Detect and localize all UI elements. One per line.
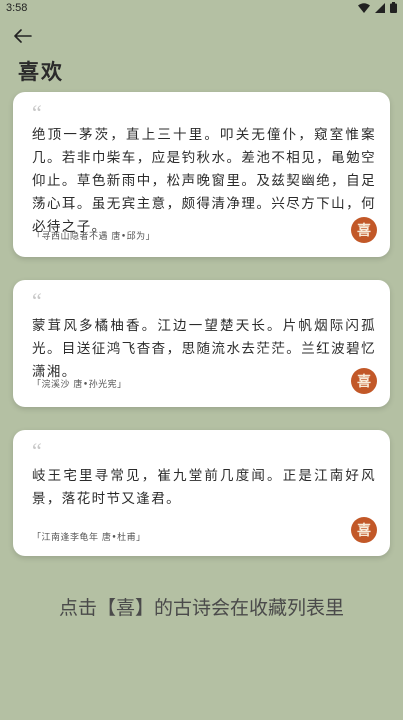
status-icons — [358, 2, 397, 13]
status-bar: 3:58 — [0, 0, 403, 18]
signal-icon — [375, 2, 385, 13]
wifi-icon — [358, 2, 370, 13]
quote-mark: “ — [32, 438, 42, 463]
poem-card: “ 蒙茸风多橘柚香。江边一望楚天长。片帆烟际闪孤光。目送征鸿飞杳杳，思随流水去茫… — [13, 280, 390, 407]
poem-text: 绝顶一茅茨，直上三十里。叩关无僮仆，窥室惟案几。若非巾柴车，应是钓秋水。差池不相… — [32, 127, 376, 235]
poem-text: 蒙茸风多橘柚香。江边一望楚天长。片帆烟际闪孤光。目送征鸿飞杳杳，思随流水去茫茫。… — [32, 318, 376, 380]
like-button[interactable]: 喜 — [351, 217, 377, 243]
poem-text: 岐王宅里寻常见，崔九堂前几度闻。正是江南好风景，落花时节又逢君。 — [32, 468, 376, 507]
poem-source: 「江南逢李龟年 唐•杜甫」 — [32, 533, 146, 543]
like-button[interactable]: 喜 — [351, 517, 377, 543]
poem-card: “ 岐王宅里寻常见，崔九堂前几度闻。正是江南好风景，落花时节又逢君。 「江南逢李… — [13, 430, 390, 556]
hint-text: 点击【喜】的古诗会在收藏列表里 — [58, 597, 344, 619]
poem-source: 「浣溪沙 唐•孙光宪」 — [32, 380, 127, 390]
poem-card: “ 绝顶一茅茨，直上三十里。叩关无僮仆，窥室惟案几。若非巾柴车，应是钓秋水。差池… — [13, 92, 390, 257]
arrow-left-icon — [14, 29, 32, 43]
quote-mark: “ — [32, 288, 42, 313]
like-button[interactable]: 喜 — [351, 368, 377, 394]
poem-source: 「寻西山隐者不遇 唐•邱为」 — [32, 232, 156, 242]
battery-icon — [390, 2, 397, 13]
status-time: 3:58 — [6, 2, 28, 14]
back-button[interactable] — [12, 26, 34, 46]
quote-mark: “ — [32, 100, 42, 125]
page-title: 喜欢 — [18, 59, 64, 84]
